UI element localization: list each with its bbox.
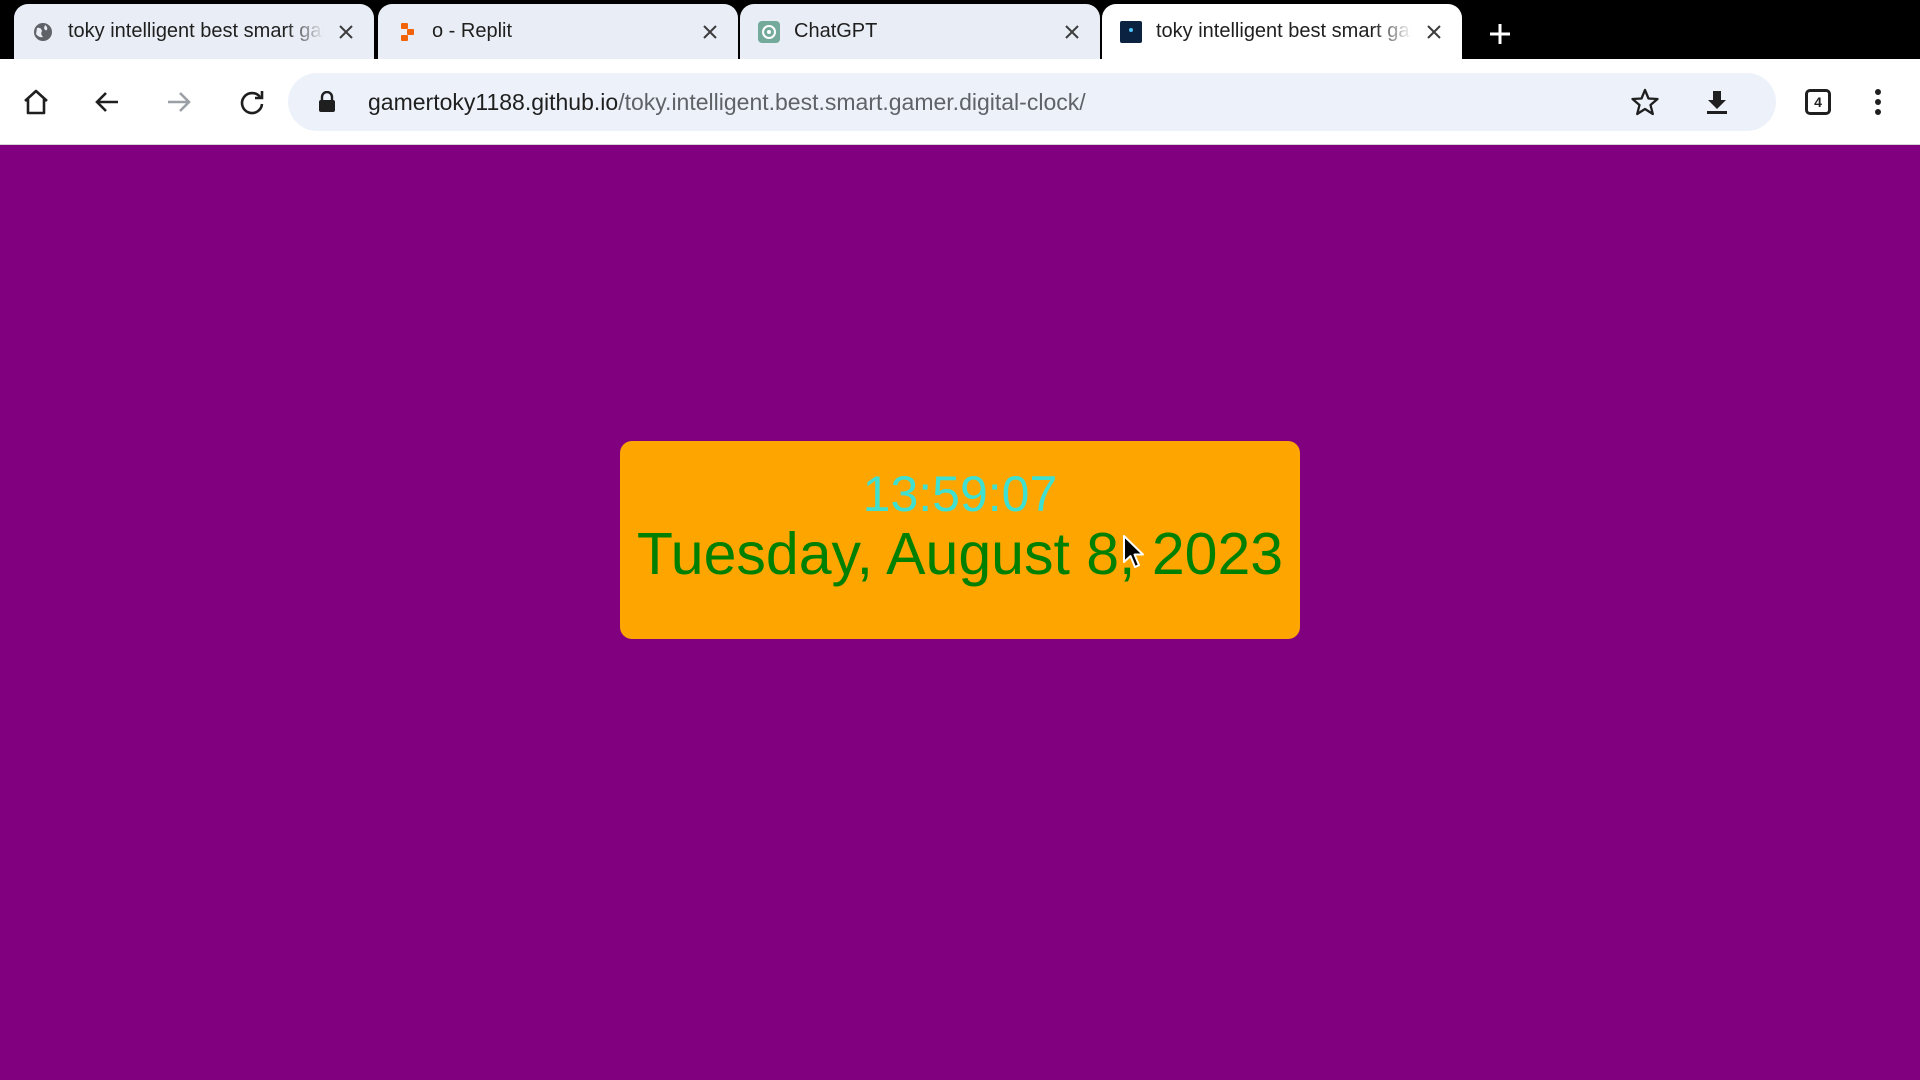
close-icon[interactable] bbox=[1058, 18, 1086, 46]
star-icon bbox=[1631, 88, 1659, 116]
more-vert-icon bbox=[1875, 89, 1881, 115]
tab-title: toky intelligent best smart gamer digita… bbox=[1156, 20, 1412, 42]
browser-toolbar: gamertoky1188.github.io/toky.intelligent… bbox=[0, 59, 1920, 145]
close-icon[interactable] bbox=[332, 18, 360, 46]
url-path: /toky.intelligent.best.smart.gamer.digit… bbox=[618, 88, 1086, 115]
bookmark-star-button[interactable] bbox=[1620, 77, 1670, 127]
mouse-cursor-icon bbox=[1123, 535, 1144, 568]
arrow-right-icon bbox=[168, 92, 191, 112]
tab-title: o - Replit bbox=[432, 20, 513, 42]
tab-toky-clock-active[interactable]: toky intelligent best smart gamer digita… bbox=[1102, 4, 1462, 59]
chatgpt-icon bbox=[758, 20, 780, 43]
tab-chatgpt[interactable]: ChatGPT bbox=[740, 4, 1100, 59]
back-button[interactable] bbox=[82, 77, 132, 127]
download-icon bbox=[1707, 91, 1727, 114]
tab-strip: toky intelligent best smart gamer digita… bbox=[0, 0, 1920, 59]
clock-date: Tuesday, August 8, 2023 bbox=[636, 521, 1284, 587]
url-text[interactable]: gamertoky1188.github.io/toky.intelligent… bbox=[368, 89, 1086, 116]
new-tab-button[interactable] bbox=[1478, 14, 1522, 54]
clock-time: 13:59:07 bbox=[862, 466, 1058, 522]
menu-button[interactable] bbox=[1853, 77, 1903, 127]
site-icon bbox=[1120, 20, 1142, 43]
tab-count: 4 bbox=[1805, 89, 1831, 115]
arrow-left-icon bbox=[95, 92, 118, 112]
plus-icon bbox=[1490, 24, 1510, 44]
lock-icon[interactable] bbox=[314, 89, 340, 115]
tab-replit[interactable]: o - Replit bbox=[378, 4, 738, 59]
home-icon bbox=[24, 89, 48, 115]
clock-card: 13:59:07 Tuesday, August 8, 2023 bbox=[620, 441, 1300, 639]
download-button[interactable] bbox=[1692, 77, 1742, 127]
globe-icon bbox=[32, 21, 54, 43]
close-icon[interactable] bbox=[696, 18, 724, 46]
url-domain: gamertoky1188.github.io bbox=[368, 88, 619, 115]
reload-button[interactable] bbox=[227, 77, 277, 127]
forward-button[interactable] bbox=[154, 77, 204, 127]
page-content: 13:59:07 Tuesday, August 8, 2023 bbox=[0, 146, 1920, 1080]
replit-icon bbox=[396, 21, 418, 43]
address-bar[interactable]: gamertoky1188.github.io/toky.intelligent… bbox=[288, 73, 1776, 131]
close-icon[interactable] bbox=[1420, 18, 1448, 46]
home-button[interactable] bbox=[11, 77, 61, 127]
reload-icon bbox=[240, 91, 264, 115]
tab-switcher-button[interactable]: 4 bbox=[1793, 77, 1843, 127]
tab-toky-clock-1[interactable]: toky intelligent best smart gamer digita… bbox=[14, 4, 374, 59]
tab-title: toky intelligent best smart gamer digita… bbox=[68, 20, 324, 42]
tab-title: ChatGPT bbox=[794, 20, 878, 42]
